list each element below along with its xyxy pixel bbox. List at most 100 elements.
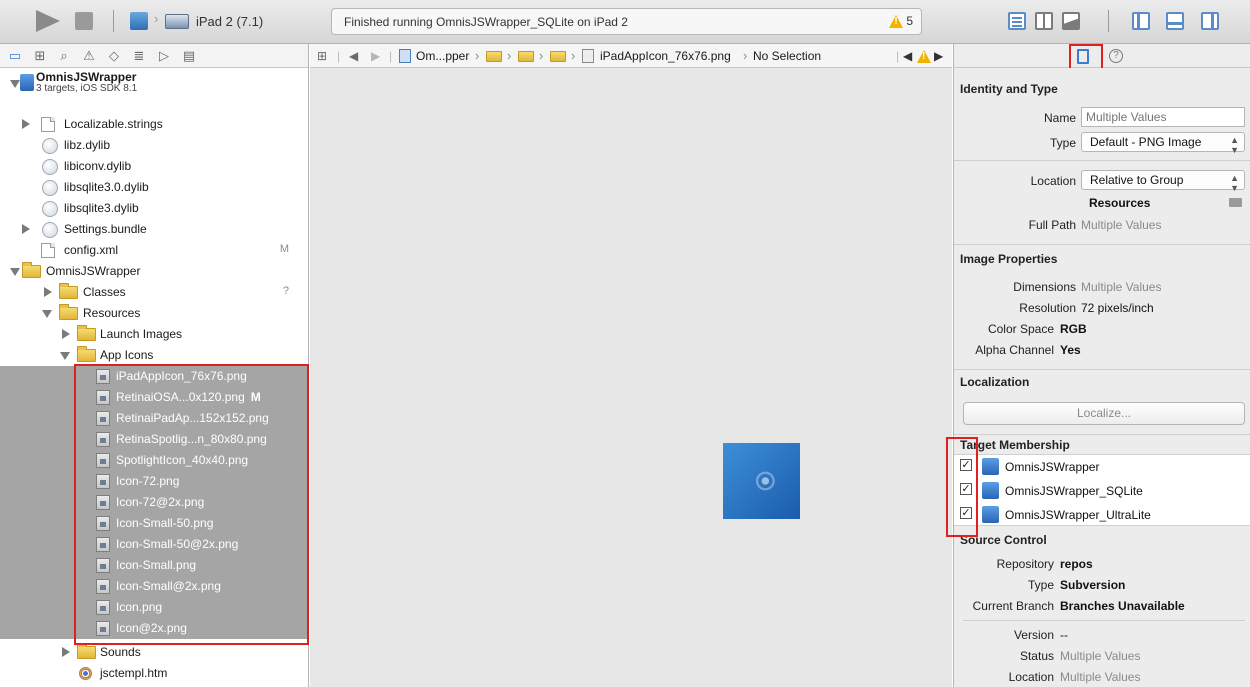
target-checkbox[interactable]: ✓ (960, 507, 972, 519)
warning-indicator[interactable]: 5 (889, 14, 913, 28)
list-item[interactable]: Icon-Small-50.png (0, 513, 308, 534)
forward-arrow-icon[interactable]: ▶ (371, 49, 380, 63)
file-inspector-icon[interactable] (1077, 49, 1089, 64)
breadcrumb-selection[interactable]: No Selection (753, 49, 821, 63)
list-item[interactable]: Icon.png (0, 597, 308, 618)
list-item[interactable]: Sounds (0, 642, 308, 663)
list-item-label: Icon.png (116, 600, 163, 614)
breakpoint-navigator-icon[interactable]: ▷ (156, 48, 172, 64)
list-item-label: libiconv.dylib (64, 159, 132, 173)
previous-issue-icon[interactable]: ◀ (903, 49, 912, 63)
disclosure-closed-icon[interactable] (22, 119, 30, 129)
assistant-editor-button[interactable] (1062, 12, 1080, 30)
device-selector-label[interactable]: iPad 2 (7.1) (196, 14, 263, 29)
list-item[interactable]: iPadAppIcon_76x76.png (0, 366, 308, 387)
breadcrumb-file[interactable]: iPadAppIcon_76x76.png (600, 49, 731, 63)
list-item[interactable]: config.xml M (0, 240, 308, 261)
list-item[interactable]: libsqlite3.0.dylib (0, 177, 308, 198)
find-navigator-icon[interactable]: ⌕ (56, 48, 72, 64)
list-item[interactable]: libz.dylib (0, 135, 308, 156)
list-item[interactable]: Icon-72@2x.png (0, 492, 308, 513)
list-item[interactable]: Icon@2x.png (0, 618, 308, 639)
list-item-label: App Icons (100, 348, 154, 362)
disclosure-open-icon[interactable] (42, 310, 52, 318)
folder-icon[interactable] (1229, 198, 1242, 207)
breadcrumb-folder-icon[interactable] (518, 51, 534, 62)
target-row[interactable]: ✓ OmnisJSWrapper_UltraLite (954, 503, 1250, 526)
image-file-icon (96, 579, 110, 594)
show-utilities-button[interactable] (1201, 12, 1219, 30)
disclosure-closed-icon[interactable] (62, 647, 70, 657)
list-item[interactable]: RetinaSpotlig...n_80x80.png (0, 429, 308, 450)
version-editor-button[interactable] (1035, 12, 1053, 30)
list-item[interactable]: Icon-Small-50@2x.png (0, 534, 308, 555)
disclosure-closed-icon[interactable] (62, 329, 70, 339)
list-item[interactable]: RetinaiOSA...0x120.png M (0, 387, 308, 408)
project-row[interactable]: OmnisJSWrapper 3 targets, iOS SDK 8.1 (0, 68, 308, 102)
run-button[interactable] (36, 10, 60, 32)
list-item[interactable]: Resources (0, 303, 308, 324)
show-navigator-button[interactable] (1132, 12, 1150, 30)
list-item[interactable]: SpotlightIcon_40x40.png (0, 450, 308, 471)
disclosure-closed-icon[interactable] (22, 224, 30, 234)
disclosure-open-icon[interactable] (10, 80, 20, 88)
scm-status-badge: M (250, 390, 261, 404)
warning-count: 5 (906, 14, 913, 28)
warning-icon[interactable] (917, 50, 931, 63)
list-item[interactable]: libiconv.dylib (0, 156, 308, 177)
next-issue-icon[interactable]: ▶ (934, 49, 943, 63)
chevron-right-icon: › (571, 48, 576, 63)
list-item-label: Icon-Small.png (116, 558, 197, 572)
stop-button[interactable] (75, 12, 93, 30)
list-item[interactable]: OmnisJSWrapper (0, 261, 308, 282)
standard-editor-button[interactable] (1008, 12, 1026, 30)
disclosure-open-icon[interactable] (10, 268, 20, 276)
list-item[interactable]: Settings.bundle (0, 219, 308, 240)
popup-arrows-icon: ▲ ▼ (1230, 173, 1239, 193)
show-debug-area-button[interactable] (1166, 12, 1184, 30)
list-item[interactable]: Icon-Small@2x.png (0, 576, 308, 597)
symbol-navigator-icon[interactable]: ⊞ (32, 48, 48, 64)
target-checkbox[interactable]: ✓ (960, 483, 972, 495)
toolbar-separator (1108, 10, 1109, 32)
ipad-device-icon[interactable] (165, 14, 189, 29)
list-item[interactable]: jsctempl.htm (0, 663, 308, 684)
list-item-label: libz.dylib (64, 138, 111, 152)
disclosure-open-icon[interactable] (60, 352, 70, 360)
list-item[interactable]: libsqlite3.dylib (0, 198, 308, 219)
localize-button[interactable]: Localize... (963, 402, 1245, 425)
breadcrumb-folder-icon[interactable] (550, 51, 566, 62)
list-item[interactable]: Icon-72.png (0, 471, 308, 492)
disclosure-closed-icon[interactable] (44, 287, 52, 297)
target-checkbox[interactable]: ✓ (960, 459, 972, 471)
section-title: Image Properties (960, 252, 1058, 266)
quick-help-icon[interactable]: ? (1109, 49, 1123, 63)
library-icon (42, 138, 58, 154)
section-title: Target Membership (960, 438, 1070, 452)
list-item[interactable]: Localizable.strings (0, 114, 308, 135)
name-field[interactable] (1081, 107, 1245, 127)
file-type-popup[interactable]: Default - PNG Image ▲ ▼ (1081, 132, 1245, 155)
list-item[interactable]: Icon-Small.png (0, 555, 308, 576)
list-item[interactable]: App Icons (0, 345, 308, 366)
test-navigator-icon[interactable]: ◇ (106, 48, 122, 64)
list-item[interactable]: Classes ? (0, 282, 308, 303)
scm-status-badge: ? (282, 285, 289, 297)
color-space-value: RGB (1060, 322, 1087, 336)
location-popup[interactable]: Relative to Group ▲ ▼ (1081, 170, 1245, 193)
project-navigator-icon[interactable]: ▭ (7, 48, 23, 64)
breadcrumb-folder-icon[interactable] (486, 51, 502, 62)
scheme-selector[interactable] (130, 12, 148, 30)
issue-navigator-icon[interactable]: ⚠ (81, 48, 97, 64)
folder-icon (77, 643, 96, 659)
back-arrow-icon[interactable]: ◀ (349, 49, 358, 63)
related-items-icon[interactable]: ⊞ (317, 49, 327, 63)
list-item[interactable]: RetinaiPadAp...152x152.png (0, 408, 308, 429)
breadcrumb-project[interactable]: Om...pper (416, 49, 469, 63)
debug-navigator-icon[interactable]: ≣ (131, 48, 147, 64)
target-row[interactable]: ✓ OmnisJSWrapper_SQLite (954, 479, 1250, 502)
report-navigator-icon[interactable]: ▤ (181, 48, 197, 64)
list-item[interactable]: Launch Images (0, 324, 308, 345)
target-row[interactable]: ✓ OmnisJSWrapper (954, 455, 1250, 478)
scm-type-value: Subversion (1060, 578, 1126, 592)
